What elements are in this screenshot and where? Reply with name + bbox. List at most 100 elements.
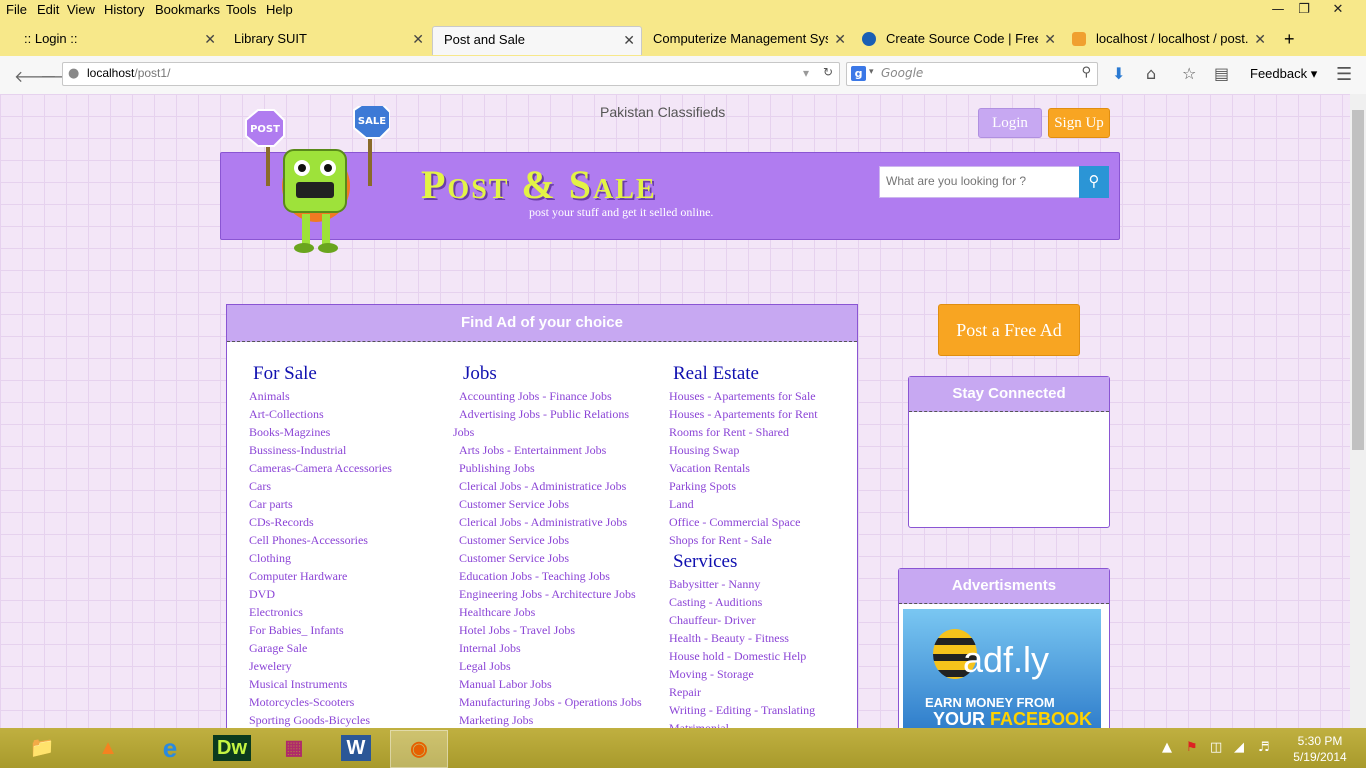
category-link[interactable]: Customer Service Jobs (453, 495, 643, 513)
category-link[interactable]: Cameras-Camera Accessories (249, 459, 449, 477)
menu-view[interactable]: View (67, 2, 95, 17)
system-clock[interactable]: 5:30 PM 5/19/2014 (1288, 733, 1352, 765)
close-icon[interactable]: ✕ (1044, 26, 1056, 52)
category-link[interactable]: Arts Jobs - Entertainment Jobs (453, 441, 643, 459)
volume-icon[interactable]: ♬ (1258, 740, 1270, 755)
category-link[interactable]: Customer Service Jobs (453, 531, 643, 549)
category-link[interactable]: Clothing (249, 549, 449, 567)
minimize-icon[interactable]: — (1264, 0, 1292, 20)
category-link[interactable]: Musical Instruments (249, 675, 449, 693)
post-free-ad-button[interactable]: Post a Free Ad (938, 304, 1080, 356)
category-link[interactable]: Parking Spots (669, 477, 849, 495)
menu-file[interactable]: File (6, 2, 27, 17)
category-link[interactable]: Accounting Jobs - Finance Jobs (453, 387, 643, 405)
close-icon[interactable]: ✕ (204, 26, 216, 52)
category-link[interactable]: Sporting Goods-Bicycles (249, 711, 449, 728)
close-window-icon[interactable]: ✕ (1324, 0, 1352, 20)
star-icon[interactable]: ☆ (1182, 64, 1196, 83)
close-icon[interactable]: ✕ (834, 26, 846, 52)
restore-icon[interactable]: ❐ (1290, 0, 1318, 20)
close-icon[interactable]: ✕ (412, 26, 424, 52)
category-link[interactable]: Electronics (249, 603, 449, 621)
category-link[interactable]: Marketing Jobs (453, 711, 643, 728)
reading-list-icon[interactable]: ▤ (1214, 64, 1229, 83)
category-link[interactable]: House hold - Domestic Help (669, 647, 849, 665)
reload-icon[interactable]: ↻ (823, 65, 833, 79)
new-tab-icon[interactable]: + (1284, 26, 1304, 54)
category-link[interactable]: Clerical Jobs - Administratice Jobs (453, 477, 643, 495)
login-button[interactable]: Login (978, 108, 1042, 138)
category-link[interactable]: Garage Sale (249, 639, 449, 657)
dreamweaver-icon[interactable]: Dw (204, 730, 260, 766)
category-link[interactable]: Clerical Jobs - Administrative Jobs (453, 513, 643, 531)
category-link[interactable]: Shops for Rent - Sale (669, 531, 849, 549)
tab-login[interactable]: :: Login :: ✕ (0, 26, 222, 54)
search-engine-bar[interactable]: g ▾ Google ⚲ (846, 62, 1098, 86)
site-search-button[interactable]: ⚲ (1079, 166, 1109, 198)
category-link[interactable]: Cars (249, 477, 449, 495)
category-link[interactable]: Vacation Rentals (669, 459, 849, 477)
close-icon[interactable]: ✕ (623, 27, 635, 53)
signup-button[interactable]: Sign Up (1048, 108, 1110, 138)
site-search-input[interactable] (880, 167, 1082, 195)
category-link[interactable]: Chauffeur- Driver (669, 611, 849, 629)
word-icon[interactable]: W (328, 730, 384, 766)
vertical-scrollbar[interactable] (1350, 94, 1366, 728)
download-icon[interactable]: ⬇ (1112, 64, 1125, 83)
device-icon[interactable]: ◫ (1210, 740, 1222, 755)
menu-help[interactable]: Help (266, 2, 293, 17)
winrar-icon[interactable]: ▦ (266, 730, 322, 766)
category-link[interactable]: Moving - Storage (669, 665, 849, 683)
firefox-icon[interactable]: ◉ (390, 730, 448, 768)
category-link[interactable]: Repair (669, 683, 849, 701)
category-link[interactable]: Books-Magzines (249, 423, 449, 441)
category-link[interactable]: Office - Commercial Space (669, 513, 849, 531)
category-link[interactable]: DVD (249, 585, 449, 603)
category-link[interactable]: Computer Hardware (249, 567, 449, 585)
category-link[interactable]: Legal Jobs (453, 657, 643, 675)
category-link[interactable]: Hotel Jobs - Travel Jobs (453, 621, 643, 639)
category-link[interactable]: Healthcare Jobs (453, 603, 643, 621)
category-link[interactable]: Jewelery (249, 657, 449, 675)
category-link[interactable]: Writing - Editing - Translating (669, 701, 849, 719)
category-link[interactable]: Publishing Jobs (453, 459, 643, 477)
category-link[interactable]: Matrimonial (669, 719, 849, 728)
category-link[interactable]: Land (669, 495, 849, 513)
tab-library[interactable]: Library SUIT ✕ (222, 26, 430, 54)
category-link[interactable]: CDs-Records (249, 513, 449, 531)
file-explorer-icon[interactable]: 📁 (14, 730, 70, 766)
menu-tools[interactable]: Tools (226, 2, 256, 17)
category-link[interactable]: Advertising Jobs - Public Relations Jobs (453, 405, 643, 441)
category-link[interactable]: Art-Collections (249, 405, 449, 423)
category-link[interactable]: For Babies_ Infants (249, 621, 449, 639)
menu-history[interactable]: History (104, 2, 144, 17)
vlc-icon[interactable]: ▲ (80, 730, 136, 766)
search-icon[interactable]: ⚲ (1081, 65, 1091, 80)
dropdown-icon[interactable]: ▾ (803, 66, 809, 80)
category-link[interactable]: Education Jobs - Teaching Jobs (453, 567, 643, 585)
tab-create-source-code[interactable]: Create Source Code | Free s... ✕ (852, 26, 1062, 54)
category-link[interactable]: Health - Beauty - Fitness (669, 629, 849, 647)
category-link[interactable]: Cell Phones-Accessories (249, 531, 449, 549)
category-link[interactable]: Houses - Apartements for Rent (669, 405, 849, 423)
category-link[interactable]: Engineering Jobs - Architecture Jobs (453, 585, 643, 603)
network-icon[interactable]: ◢ (1234, 740, 1244, 755)
category-link[interactable]: Bussiness-Industrial (249, 441, 449, 459)
category-link[interactable]: Motorcycles-Scooters (249, 693, 449, 711)
home-icon[interactable]: ⌂ (1146, 64, 1156, 83)
category-link[interactable]: Internal Jobs (453, 639, 643, 657)
category-link[interactable]: Babysitter - Nanny (669, 575, 849, 593)
chevron-down-icon[interactable]: ▾ (869, 67, 874, 77)
feedback-button[interactable]: Feedback ▾ (1250, 66, 1317, 82)
category-link[interactable]: Manufacturing Jobs - Operations Jobs (453, 693, 643, 711)
menu-icon[interactable]: ☰ (1336, 64, 1352, 85)
menu-edit[interactable]: Edit (37, 2, 59, 17)
category-link[interactable]: Car parts (249, 495, 449, 513)
category-link[interactable]: Animals (249, 387, 449, 405)
adfly-banner[interactable]: adf.ly EARN MONEY FROM YOUR FACEBOOK & (903, 609, 1101, 728)
tab-phpmyadmin[interactable]: localhost / localhost / post... ✕ (1062, 26, 1272, 54)
internet-explorer-icon[interactable]: e (142, 730, 198, 766)
url-bar[interactable]: ● localhost/post1/ ▾ ↻ (62, 62, 840, 86)
category-link[interactable]: Housing Swap (669, 441, 849, 459)
scrollbar-thumb[interactable] (1352, 110, 1364, 450)
